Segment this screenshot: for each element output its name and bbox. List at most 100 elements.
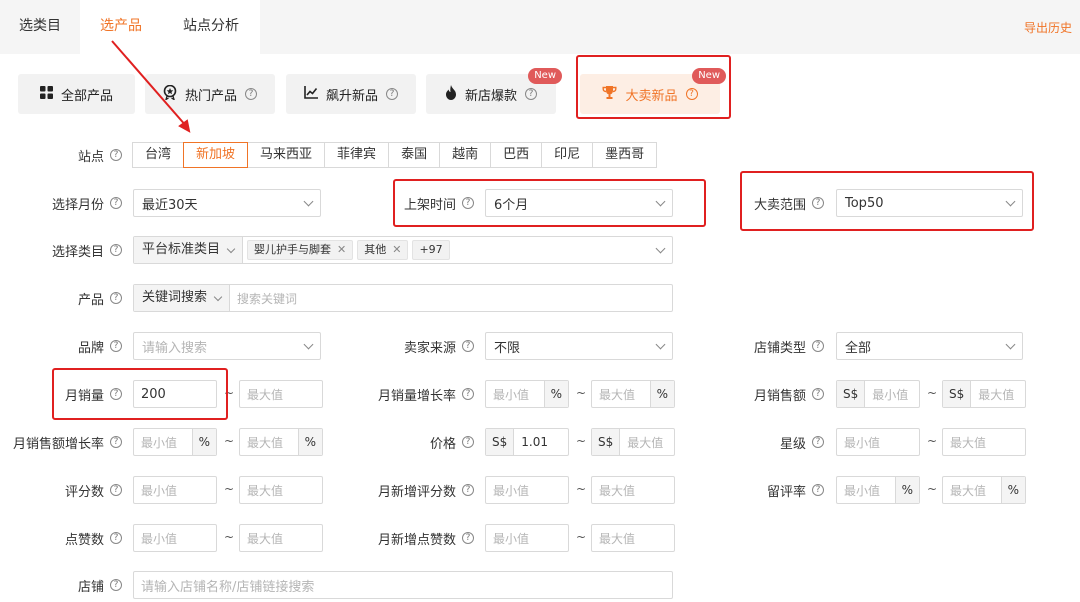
brand-select[interactable]: 请输入搜索 [133,332,321,360]
help-icon[interactable]: ? [462,436,474,448]
retention-max-input[interactable]: 最大值% [942,476,1026,504]
input-placeholder: 最大值 [247,435,284,450]
shop-search-input[interactable]: 请输入店铺名称/店铺链接搜索 [133,571,673,599]
price-min-input[interactable]: S$ 1.01 [485,428,569,456]
product-search[interactable]: 关键词搜索 搜索关键词 [133,284,673,312]
help-icon[interactable]: ? [812,484,824,496]
input-placeholder: 最大值 [247,531,284,546]
monthly-sales-min-input[interactable]: 200 [133,380,217,408]
likes-min-input[interactable]: 最小值 [133,524,217,552]
help-icon[interactable]: ? [110,579,122,591]
help-icon[interactable]: ? [462,484,474,496]
category-tag: 其他 ✕ [357,240,409,260]
retention-min-input[interactable]: 最小值% [836,476,920,504]
product-search-mode[interactable]: 关键词搜索 [134,285,231,311]
site-option-th[interactable]: 泰国 [388,142,441,168]
help-icon[interactable]: ? [462,388,474,400]
seller-source-select[interactable]: 不限 [485,332,673,360]
help-icon[interactable]: ? [110,149,122,161]
rating-max-input[interactable]: 最大值 [942,428,1026,456]
close-icon[interactable]: ✕ [392,240,401,260]
top-range-label: 大卖范围? [730,189,824,217]
input-placeholder: 最小值 [493,531,530,546]
monthly-revenue-min-input[interactable]: S$ 最小值 [836,380,920,408]
range-separator: ~ [576,434,587,448]
sales-growth-max-input[interactable]: 最大值% [591,380,675,408]
site-option-sg[interactable]: 新加坡 [183,142,249,168]
retention-label: 留评率? [730,476,824,504]
revenue-growth-min-input[interactable]: 最小值% [133,428,217,456]
sales-growth-min-input[interactable]: 最小值% [485,380,569,408]
site-option-my[interactable]: 马来西亚 [247,142,326,168]
help-icon[interactable]: ? [110,244,122,256]
input-value: 1.01 [521,435,548,449]
input-placeholder: 最小值 [493,483,530,498]
site-option-br[interactable]: 巴西 [490,142,543,168]
input-placeholder: 最大值 [950,435,987,450]
help-icon[interactable]: ? [462,532,474,544]
month-select[interactable]: 最近30天 [133,189,321,217]
site-option-mx[interactable]: 墨西哥 [592,142,658,168]
help-icon[interactable]: ? [812,197,824,209]
percent-suffix: % [543,381,568,407]
likes-max-input[interactable]: 最大值 [239,524,323,552]
help-icon[interactable]: ? [462,340,474,352]
help-icon[interactable]: ? [110,388,122,400]
label-text: 店铺 [77,579,104,595]
site-option-vn[interactable]: 越南 [439,142,492,168]
currency-prefix: S$ [592,429,621,455]
export-history-link[interactable]: 导出历史 [1024,19,1072,36]
close-icon[interactable]: ✕ [337,240,346,260]
sales-growth-label: 月销量增长率? [370,380,474,408]
new-likes-max-input[interactable]: 最大值 [591,524,675,552]
help-icon[interactable]: ? [386,88,398,100]
site-option-id[interactable]: 印尼 [541,142,594,168]
percent-suffix: % [191,429,216,455]
help-icon[interactable]: ? [110,532,122,544]
rating-min-input[interactable]: 最小值 [836,428,920,456]
product-type-rising[interactable]: 飙升新品 ? [286,74,416,114]
site-option-tw[interactable]: 台湾 [132,142,185,168]
shop-type-select[interactable]: 全部 [836,332,1023,360]
month-label: 选择月份? [20,189,122,217]
category-mode-select[interactable]: 平台标准类目 [134,237,244,263]
range-separator: ~ [224,434,235,448]
tab-select-category[interactable]: 选类目 [0,0,80,54]
shop-label: 店铺? [20,571,122,599]
help-icon[interactable]: ? [245,88,257,100]
label-text: 选择类目 [51,244,104,260]
new-reviews-min-input[interactable]: 最小值 [485,476,569,504]
reviews-min-input[interactable]: 最小值 [133,476,217,504]
label-text: 站点 [77,149,104,165]
help-icon[interactable]: ? [812,340,824,352]
product-search-input[interactable]: 搜索关键词 [230,290,672,307]
category-select[interactable]: 平台标准类目 婴儿护手与脚套 ✕ 其他 ✕ +97 [133,236,673,264]
currency-prefix: S$ [943,381,972,407]
new-reviews-max-input[interactable]: 最大值 [591,476,675,504]
help-icon[interactable]: ? [812,436,824,448]
new-likes-min-input[interactable]: 最小值 [485,524,569,552]
help-icon[interactable]: ? [685,88,698,100]
monthly-sales-max-input[interactable]: 最大值 [239,380,323,408]
help-icon[interactable]: ? [525,88,537,100]
help-icon[interactable]: ? [110,340,122,352]
top-range-select[interactable]: Top50 [836,189,1023,217]
help-icon[interactable]: ? [110,484,122,496]
listing-time-select[interactable]: 6个月 [485,189,673,217]
label-text: 选择月份 [51,197,104,213]
help-icon[interactable]: ? [110,436,122,448]
monthly-revenue-max-input[interactable]: S$ 最大值 [942,380,1026,408]
help-icon[interactable]: ? [812,388,824,400]
help-icon[interactable]: ? [462,197,474,209]
price-max-input[interactable]: S$ 最大值 [591,428,675,456]
input-placeholder: 最大值 [978,387,1015,402]
product-type-new-shop-hit[interactable]: 新店爆款 ? New [426,68,562,114]
product-type-top-seller-new[interactable]: 大卖新品 ? New [580,68,726,114]
site-option-ph[interactable]: 菲律宾 [324,142,390,168]
help-icon[interactable]: ? [110,197,122,209]
likes-label: 点赞数? [20,524,122,552]
input-placeholder: 最小值 [141,483,178,498]
revenue-growth-max-input[interactable]: 最大值% [239,428,323,456]
reviews-max-input[interactable]: 最大值 [239,476,323,504]
help-icon[interactable]: ? [110,292,122,304]
